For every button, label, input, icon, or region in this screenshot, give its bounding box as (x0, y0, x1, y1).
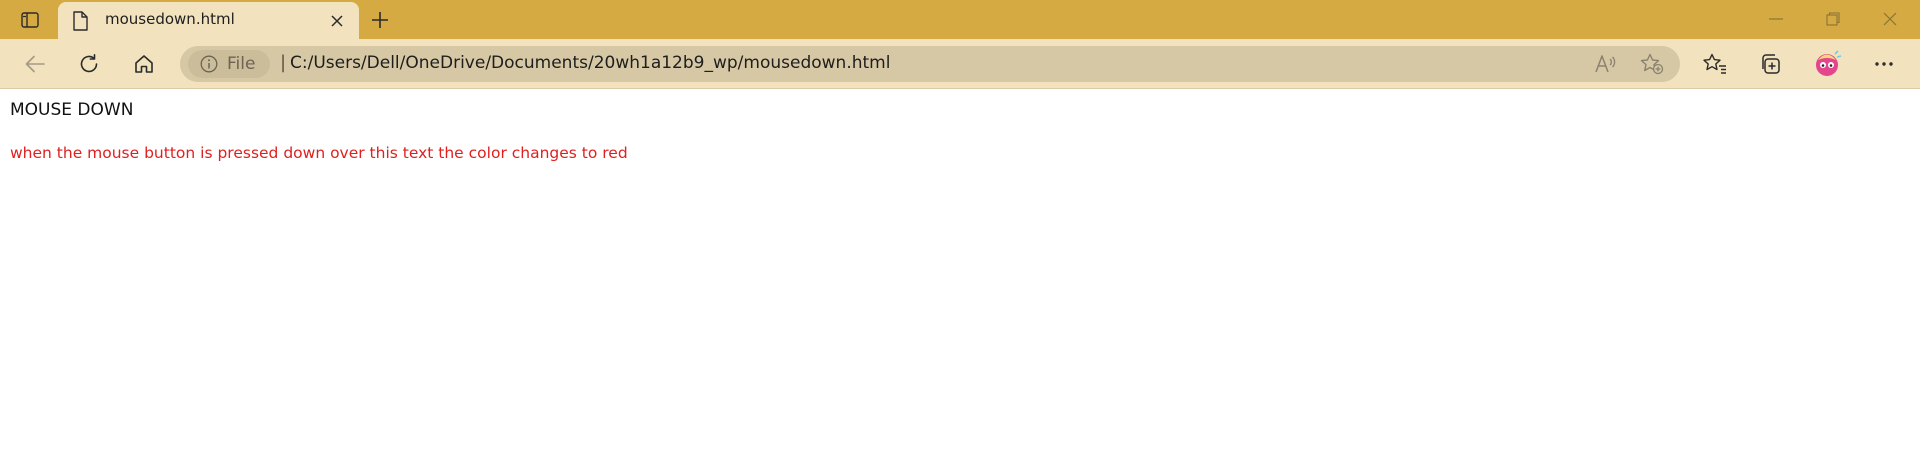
mousedown-text[interactable]: when the mouse button is pressed down ov… (10, 144, 628, 162)
close-window-button[interactable] (1867, 4, 1913, 34)
new-tab-button[interactable] (366, 7, 394, 33)
favorites-button[interactable] (1698, 48, 1732, 80)
document-icon (72, 11, 90, 31)
site-label: File (227, 54, 256, 74)
home-icon (135, 55, 153, 73)
navigation-toolbar: File | C:/Users/Dell/OneDrive/Documents/… (0, 39, 1920, 89)
address-separator: | (280, 52, 287, 73)
tab-actions-icon (21, 12, 39, 28)
plus-icon (372, 12, 388, 28)
tab-title: mousedown.html (105, 10, 235, 28)
close-window-icon (1883, 12, 1897, 26)
profile-button[interactable] (1810, 48, 1844, 80)
tab-strip: mousedown.html (0, 0, 1920, 39)
restore-button[interactable] (1810, 4, 1856, 34)
page-heading: MOUSE DOWN (10, 100, 134, 120)
url-text[interactable]: C:/Users/Dell/OneDrive/Documents/20wh1a1… (290, 53, 890, 73)
info-icon (200, 55, 218, 73)
close-icon (331, 15, 343, 27)
active-tab[interactable]: mousedown.html (58, 2, 359, 39)
back-arrow-icon (25, 55, 45, 73)
tab-actions-button[interactable] (14, 7, 46, 33)
read-aloud-icon (1595, 55, 1616, 73)
add-favorite-icon (1640, 53, 1664, 75)
restore-icon (1826, 12, 1840, 26)
minimize-button[interactable] (1753, 4, 1799, 34)
add-favorite-button[interactable] (1639, 52, 1665, 76)
more-button[interactable] (1867, 48, 1901, 80)
minimize-icon (1769, 18, 1783, 20)
collections-button[interactable] (1753, 48, 1787, 80)
collections-icon (1762, 54, 1780, 74)
home-button[interactable] (127, 48, 161, 80)
refresh-button[interactable] (72, 48, 106, 80)
more-icon (1875, 62, 1893, 66)
site-info-button[interactable]: File (188, 50, 270, 78)
profile-avatar-icon (1816, 50, 1842, 76)
address-bar[interactable]: File | C:/Users/Dell/OneDrive/Documents/… (180, 46, 1680, 82)
page-content: MOUSE DOWN when the mouse button is pres… (0, 90, 1920, 458)
back-button[interactable] (18, 48, 52, 80)
read-aloud-button[interactable] (1593, 52, 1619, 76)
favorites-icon (1703, 53, 1726, 74)
refresh-icon (80, 54, 98, 73)
close-tab-button[interactable] (327, 11, 347, 31)
